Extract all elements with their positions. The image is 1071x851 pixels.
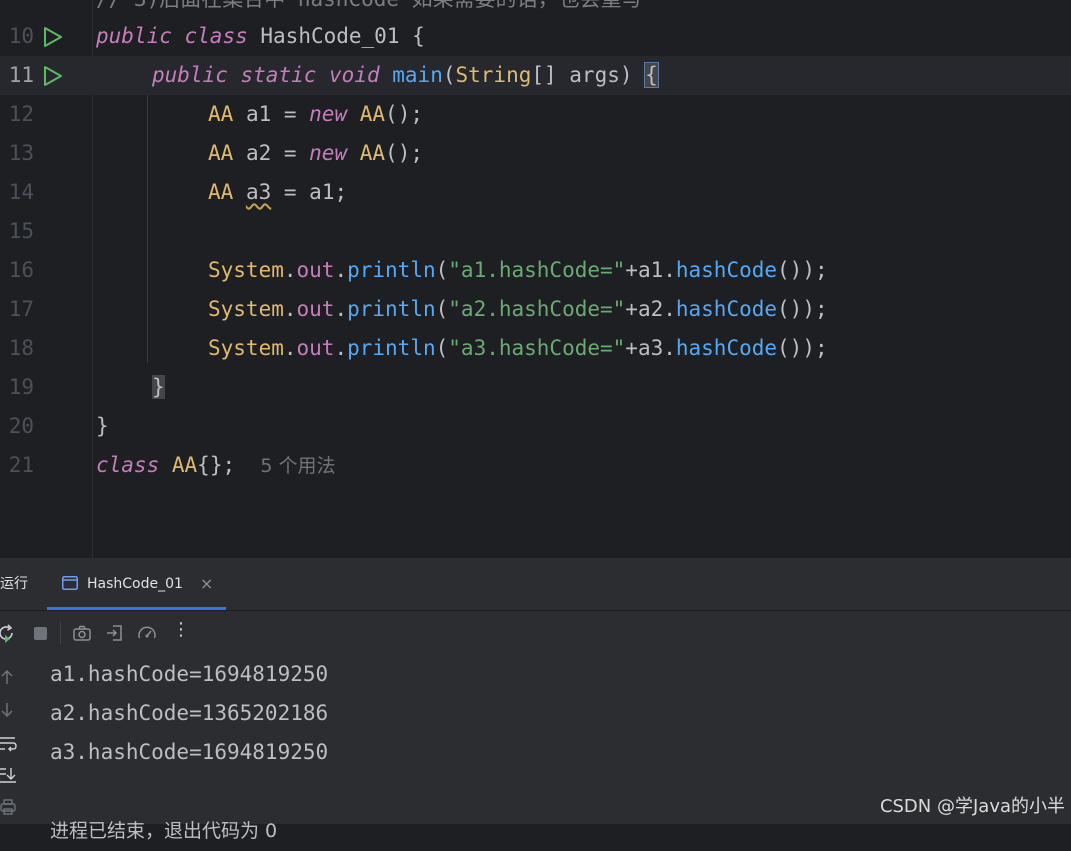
run-tool-window-header: 运行 HashCode_01 × bbox=[0, 558, 1071, 611]
camera-icon[interactable] bbox=[72, 623, 92, 643]
code-text: AA a3 = a1; bbox=[208, 180, 348, 204]
run-toolbar: ⋮ bbox=[0, 611, 1071, 654]
more-icon[interactable]: ⋮ bbox=[172, 619, 190, 640]
console-icon bbox=[62, 576, 78, 590]
tab-label: HashCode_01 bbox=[87, 576, 183, 592]
line-number: 11 bbox=[8, 63, 34, 87]
close-icon[interactable]: × bbox=[200, 558, 213, 610]
code-line-17[interactable]: 17 System.out.println("a2.hashCode="+a2.… bbox=[0, 290, 1071, 329]
code-text: public class HashCode_01 { bbox=[96, 24, 425, 48]
arrow-down-icon[interactable] bbox=[0, 701, 18, 719]
line-number: 21 bbox=[8, 453, 34, 477]
output-line: a3.hashCode=1694819250 bbox=[50, 740, 329, 764]
scroll-to-end-icon[interactable] bbox=[0, 766, 18, 784]
line-number: 14 bbox=[8, 180, 34, 204]
unused-variable-warning: a3 bbox=[245, 180, 272, 204]
code-text: System.out.println("a3.hashCode="+a3.has… bbox=[208, 336, 828, 360]
code-line-19[interactable]: 19 } bbox=[0, 368, 1071, 407]
code-text: AA a2 = new AA(); bbox=[208, 141, 423, 165]
code-editor[interactable]: // 3)后面在集合中 hashCode 如果需要的话，也会重写 10 publ… bbox=[0, 0, 1071, 558]
code-line-15[interactable]: 15 bbox=[0, 212, 1071, 251]
code-line-12[interactable]: 12 AA a1 = new AA(); bbox=[0, 95, 1071, 134]
run-panel-label: 运行 bbox=[0, 576, 28, 592]
code-text: } bbox=[152, 368, 165, 407]
arrow-up-icon[interactable] bbox=[0, 668, 18, 686]
line-number: 18 bbox=[8, 336, 34, 360]
output-line: a2.hashCode=1365202186 bbox=[50, 701, 329, 725]
line-number: 20 bbox=[8, 414, 34, 438]
line-number: 15 bbox=[8, 219, 34, 243]
usage-hint: 5 个用法 bbox=[260, 455, 336, 477]
line-number: 17 bbox=[8, 297, 34, 321]
line-number: 13 bbox=[8, 141, 34, 165]
soft-wrap-icon[interactable] bbox=[0, 734, 18, 752]
rerun-icon[interactable] bbox=[0, 623, 16, 643]
exit-icon[interactable] bbox=[105, 623, 125, 643]
matched-brace: } bbox=[152, 375, 165, 399]
code-text: public static void main(String[] args) { bbox=[152, 62, 659, 88]
matched-brace: { bbox=[644, 62, 659, 88]
print-icon[interactable] bbox=[0, 798, 18, 816]
run-icon[interactable] bbox=[40, 64, 64, 88]
line-number: 10 bbox=[8, 24, 34, 48]
code-text: } bbox=[96, 414, 109, 438]
code-line-14[interactable]: 14 AA a3 = a1; bbox=[0, 173, 1071, 212]
output-line: a1.hashCode=1694819250 bbox=[50, 662, 329, 686]
line-number: 19 bbox=[8, 375, 34, 399]
console-side-toolbar bbox=[0, 654, 30, 824]
code-text: System.out.println("a1.hashCode="+a1.has… bbox=[208, 258, 828, 282]
indent-guide bbox=[147, 95, 148, 363]
code-line-18[interactable]: 18 System.out.println("a3.hashCode="+a3.… bbox=[0, 329, 1071, 368]
code-line-10[interactable]: 10 public class HashCode_01 { bbox=[0, 17, 1071, 56]
code-line-20[interactable]: 20 } bbox=[0, 407, 1071, 446]
code-line-11[interactable]: 11 public static void main(String[] args… bbox=[0, 56, 1071, 95]
tab-hashcode-01[interactable]: HashCode_01 × bbox=[47, 558, 226, 610]
exit-message: 进程已结束，退出代码为 0 bbox=[50, 820, 278, 842]
stop-icon[interactable] bbox=[30, 623, 50, 643]
run-icon[interactable] bbox=[40, 25, 64, 49]
code-text: class AA{}; 5 个用法 bbox=[96, 453, 336, 477]
code-line-21[interactable]: 21 class AA{}; 5 个用法 bbox=[0, 446, 1071, 485]
code-line-13[interactable]: 13 AA a2 = new AA(); bbox=[0, 134, 1071, 173]
line-number: 16 bbox=[8, 258, 34, 282]
code-line-16[interactable]: 16 System.out.println("a1.hashCode="+a1.… bbox=[0, 251, 1071, 290]
code-text: AA a1 = new AA(); bbox=[208, 102, 423, 126]
csdn-watermark: CSDN @学Java的小半 bbox=[879, 796, 1065, 817]
code-text: System.out.println("a2.hashCode="+a2.has… bbox=[208, 297, 828, 321]
gauge-icon[interactable] bbox=[137, 623, 157, 643]
line-number: 12 bbox=[8, 102, 34, 126]
toolbar-separator bbox=[60, 622, 61, 644]
